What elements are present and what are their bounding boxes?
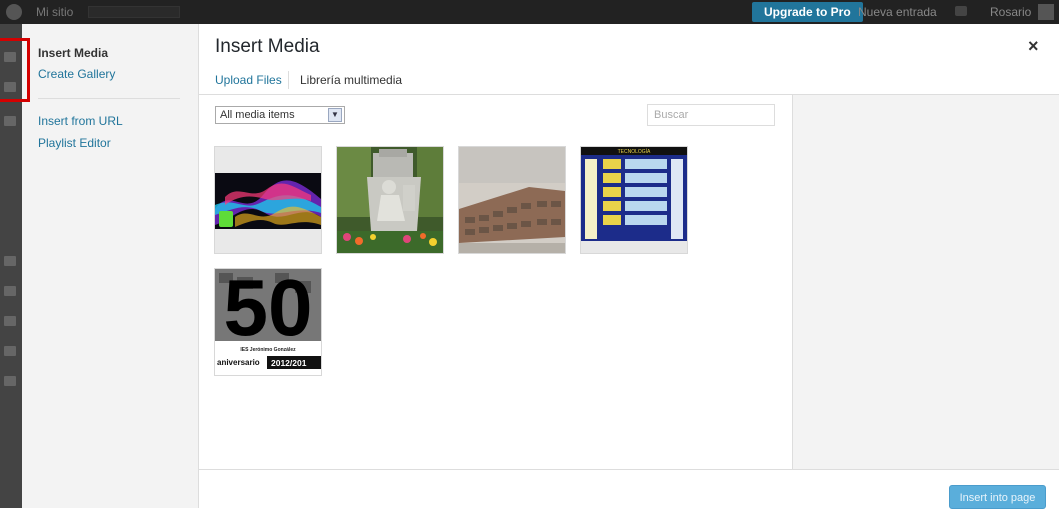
statue-monument-image (337, 147, 443, 253)
menu-item-insert-media[interactable]: Insert Media (38, 46, 108, 60)
menu-icon[interactable] (4, 52, 16, 62)
media-modal: Insert Media Create Gallery Insert from … (22, 24, 1059, 509)
filter-selected-value: All media items (220, 109, 295, 121)
chevron-down-icon[interactable]: ▼ (328, 108, 342, 122)
admin-bar-strip (88, 6, 180, 18)
media-thumbnail[interactable]: 50 IES Jerónimo González aniversario 201… (214, 268, 322, 376)
wordpress-logo-icon[interactable] (6, 4, 22, 20)
media-frame-menu: Insert Media Create Gallery Insert from … (22, 24, 199, 508)
media-thumbnail[interactable] (214, 146, 322, 254)
menu-icon[interactable] (4, 316, 16, 326)
poster-school-name: IES Jerónimo González (240, 347, 296, 353)
new-entry-link[interactable]: Nueva entrada (858, 5, 937, 19)
poster-caption: TECNOLOGÍA (618, 148, 651, 155)
insert-into-page-button[interactable]: Insert into page (949, 485, 1046, 509)
menu-icon[interactable] (4, 376, 16, 386)
menu-icon[interactable] (4, 346, 16, 356)
close-icon[interactable]: × (1028, 36, 1039, 57)
page-title: Insert Media (215, 36, 320, 57)
school-building-image (459, 147, 565, 253)
menu-item-playlist-editor[interactable]: Playlist Editor (38, 136, 111, 150)
poster-anniversary-label: aniversario (217, 358, 260, 367)
search-input[interactable] (647, 104, 775, 126)
site-name-link[interactable]: Mi sitio (36, 5, 73, 19)
menu-item-create-gallery[interactable]: Create Gallery (38, 67, 115, 81)
menu-icon[interactable] (4, 82, 16, 92)
media-thumbnail[interactable]: TECNOLOGÍA (580, 146, 688, 254)
tab-upload-files[interactable]: Upload Files (215, 73, 282, 87)
comments-icon[interactable] (955, 6, 967, 16)
avatar[interactable] (1038, 4, 1054, 20)
media-toolbar-footer: Insert into page (199, 469, 1059, 509)
upgrade-button[interactable]: Upgrade to Pro (752, 2, 863, 22)
admin-bar: Mi sitio Upgrade to Pro Nueva entrada Ro… (0, 0, 1059, 24)
media-thumbnail[interactable] (336, 146, 444, 254)
media-thumbnail[interactable] (458, 146, 566, 254)
poster-year-label: 2012/201 (271, 358, 307, 368)
menu-icon[interactable] (4, 286, 16, 296)
poster-big-number: 50 (224, 269, 313, 352)
menu-item-insert-from-url[interactable]: Insert from URL (38, 114, 123, 128)
user-name-link[interactable]: Rosario (990, 5, 1031, 19)
tab-divider (288, 71, 289, 89)
menu-separator (38, 98, 180, 99)
anniversary-poster-image: 50 IES Jerónimo González aniversario 201… (215, 269, 321, 375)
media-filter-select[interactable]: All media items ▼ (215, 106, 345, 124)
menu-icon[interactable] (4, 256, 16, 266)
admin-sidebar (0, 24, 22, 508)
menu-icon[interactable] (4, 116, 16, 126)
colorful-smoke-image (215, 147, 321, 253)
attachment-details-sidebar (792, 95, 1059, 469)
tab-media-library[interactable]: Librería multimedia (300, 73, 402, 87)
tecnologia-poster-image: TECNOLOGÍA (581, 147, 687, 253)
